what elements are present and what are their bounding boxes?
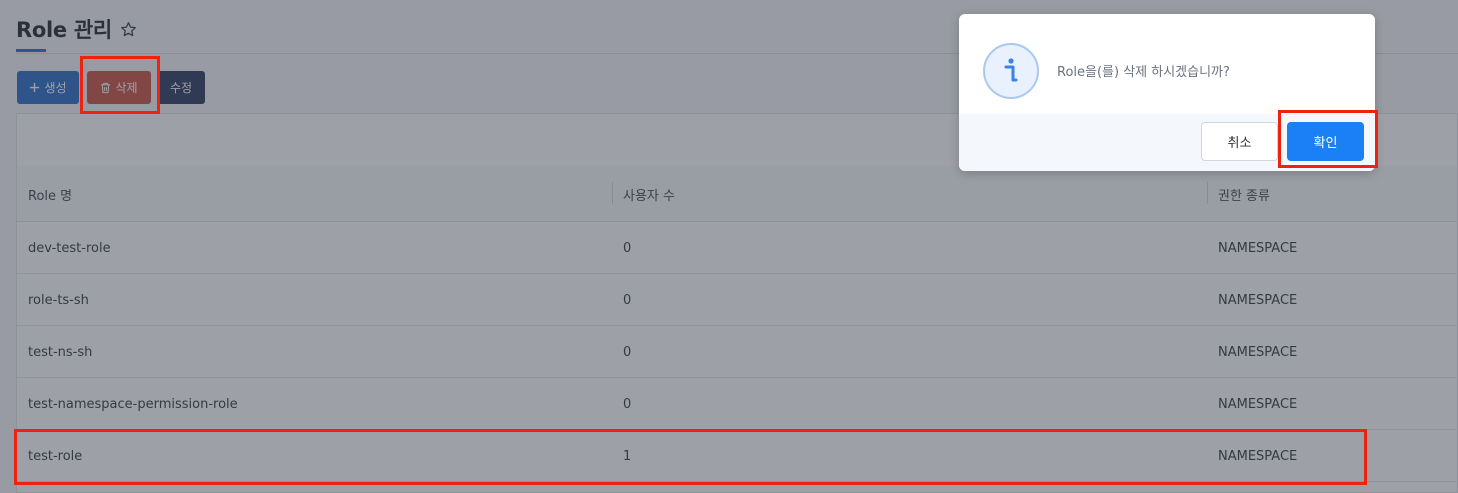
dialog-message: Role을(를) 삭제 하시겠습니까? bbox=[1057, 65, 1230, 80]
info-icon bbox=[983, 43, 1039, 99]
confirm-button[interactable]: 확인 bbox=[1287, 122, 1364, 161]
dialog-footer: 취소 확인 bbox=[959, 114, 1375, 171]
delete-confirm-dialog: Role을(를) 삭제 하시겠습니까? 취소 확인 bbox=[959, 14, 1375, 171]
cancel-button[interactable]: 취소 bbox=[1201, 122, 1278, 161]
dialog-body: Role을(를) 삭제 하시겠습니까? bbox=[959, 14, 1375, 114]
